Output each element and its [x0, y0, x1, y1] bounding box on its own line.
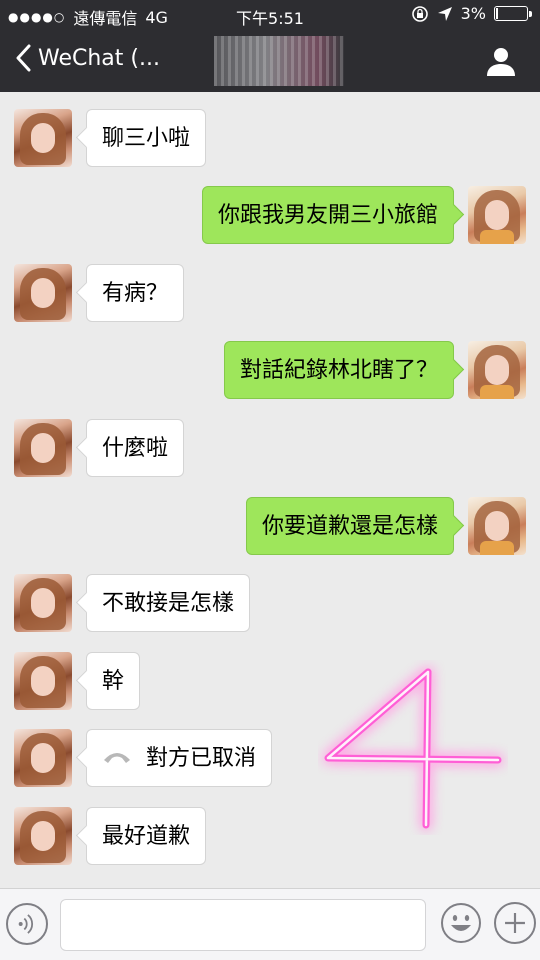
contact-avatar[interactable]	[14, 652, 72, 710]
message-bubble[interactable]: 什麼啦	[86, 419, 185, 477]
contact-avatar[interactable]	[14, 264, 72, 322]
message-text: 你要道歉還是怎樣	[261, 514, 438, 539]
message-text: 什麼啦	[102, 436, 169, 461]
contact-avatar[interactable]	[14, 109, 72, 167]
message-text: 最好道歉	[102, 824, 191, 849]
message-bubble[interactable]: 不敢接是怎樣	[86, 574, 251, 632]
nav-bar: WeChat (...	[0, 30, 540, 92]
message-bubble[interactable]: 有病？	[86, 264, 185, 322]
top-bar: ●●●●○ 遠傳電信 4G 下午5:51 3% WeChat (...	[0, 0, 540, 92]
emoji-icon[interactable]	[440, 902, 482, 944]
message-row: 你跟我男友開三小旅館	[0, 186, 540, 246]
contact-avatar[interactable]	[14, 729, 72, 787]
phone-hangup-icon	[104, 753, 130, 763]
message-text: 對話紀錄林北瞎了？	[239, 358, 438, 383]
message-row: 有病？	[0, 264, 540, 324]
location-icon	[437, 6, 452, 21]
message-bubble[interactable]: 你要道歉還是怎樣	[245, 497, 454, 555]
contact-avatar[interactable]	[14, 419, 72, 477]
battery-percent: 3%	[460, 4, 486, 23]
message-row: 不敢接是怎樣	[0, 574, 540, 634]
voice-icon[interactable]	[6, 903, 48, 945]
message-text: 不敢接是怎樣	[102, 591, 235, 616]
message-row: 聊三小啦	[0, 109, 540, 169]
my-avatar[interactable]	[468, 341, 526, 399]
person-icon[interactable]	[484, 44, 518, 78]
chevron-left-icon	[16, 44, 31, 72]
call-cancelled-bubble[interactable]: 對方已取消	[86, 729, 273, 787]
redacted-title	[214, 36, 344, 86]
message-text: 對方已取消	[146, 746, 257, 771]
my-avatar[interactable]	[468, 497, 526, 555]
message-text: 聊三小啦	[102, 126, 191, 151]
message-row: 幹	[0, 652, 540, 712]
message-row: 對方已取消	[0, 729, 540, 789]
chat-area: 聊三小啦你跟我男友開三小旅館有病？ 對話紀錄林北瞎了？ 什麼啦你要道歉還是怎樣不敢接…	[0, 92, 540, 888]
message-bubble[interactable]: 聊三小啦	[86, 109, 207, 167]
message-text: 有病？	[102, 281, 169, 306]
message-input[interactable]	[60, 899, 426, 951]
message-row: 什麼啦	[0, 419, 540, 479]
my-avatar[interactable]	[468, 186, 526, 244]
message-row: 你要道歉還是怎樣	[0, 497, 540, 557]
message-bubble[interactable]: 幹	[86, 652, 141, 710]
message-text: 你跟我男友開三小旅館	[217, 203, 438, 228]
message-bubble[interactable]: 對話紀錄林北瞎了？	[223, 341, 454, 399]
back-button[interactable]: WeChat (...	[14, 44, 160, 72]
battery-icon	[494, 6, 532, 21]
rotation-lock-icon	[411, 5, 428, 22]
message-row: 最好道歉	[0, 807, 540, 867]
message-bubble[interactable]: 最好道歉	[86, 807, 207, 865]
plus-icon[interactable]	[494, 902, 536, 944]
message-row: 對話紀錄林北瞎了？	[0, 341, 540, 401]
message-text: 幹	[102, 669, 125, 694]
status-bar: ●●●●○ 遠傳電信 4G 下午5:51 3%	[0, 0, 540, 30]
contact-avatar[interactable]	[14, 807, 72, 865]
input-bar	[0, 888, 540, 960]
back-label: WeChat (...	[38, 45, 160, 71]
message-bubble[interactable]: 你跟我男友開三小旅館	[201, 186, 454, 244]
contact-avatar[interactable]	[14, 574, 72, 632]
